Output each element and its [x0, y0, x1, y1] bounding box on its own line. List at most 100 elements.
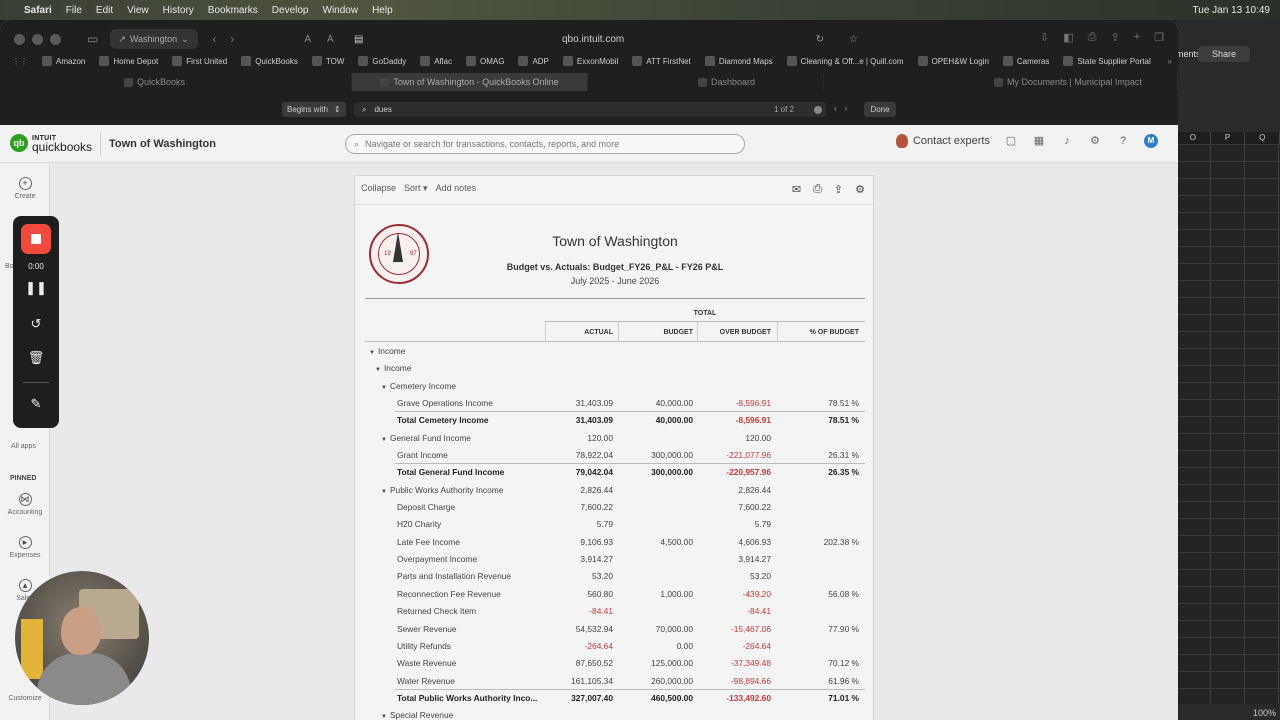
cell-actual[interactable]: 5.79 — [597, 519, 613, 529]
gear-icon[interactable]: ⚙ — [855, 183, 865, 196]
tasks-icon[interactable]: ▢ — [1004, 134, 1018, 148]
collapse-caret-icon[interactable]: ▼ — [375, 367, 381, 373]
table-row[interactable]: Returned Check Item -84.41 -84.41 — [365, 602, 865, 619]
nav-create[interactable]: + Create — [0, 177, 50, 200]
find-mode-select[interactable]: Begins with ⇕ — [282, 102, 346, 117]
menu-safari[interactable]: Safari — [24, 5, 52, 16]
cell-actual[interactable]: 3,914.27 — [580, 554, 613, 564]
bookmark-item[interactable]: Cleaning & Off...e | Quill.com — [786, 56, 904, 66]
cell-budget[interactable]: 460,500.00 — [651, 693, 693, 703]
cell-pct-budget[interactable]: 78.51 % — [828, 398, 859, 408]
col-header-over-budget[interactable]: OVER BUDGET — [720, 329, 771, 336]
export-icon[interactable]: ⇪ — [834, 183, 843, 196]
table-total-row[interactable]: Total Cemetery Income 31,403.09 40,000.00 -… — [365, 411, 865, 428]
menu-develop[interactable]: Develop — [272, 5, 309, 16]
browser-tab[interactable]: QuickBooks — [0, 73, 352, 91]
comments-button-partial[interactable]: ments — [1176, 46, 1201, 62]
table-total-row[interactable]: Total Public Works Authority Inco... 327,… — [365, 688, 865, 706]
cell-budget[interactable]: 70,000.00 — [656, 624, 693, 634]
nav-all-apps[interactable]: All apps — [11, 443, 36, 450]
cell-over-budget[interactable]: -264.64 — [743, 641, 771, 651]
cell-pct-budget[interactable]: 61.96 % — [828, 676, 859, 686]
table-section-row[interactable]: ▼ Income — [365, 342, 865, 359]
cell-over-budget[interactable]: -221,077.96 — [726, 450, 771, 460]
bookmark-star-icon[interactable]: ☆ — [849, 34, 858, 45]
cell-budget[interactable]: 4,500.00 — [660, 537, 693, 547]
cell-over-budget[interactable]: 3,914.27 — [738, 554, 771, 564]
table-section-row[interactable]: ▼ Cemetery Income — [365, 377, 865, 394]
bookmark-item[interactable]: OMAG — [465, 56, 504, 66]
cell-over-budget[interactable]: 53.20 — [750, 571, 771, 581]
back-icon[interactable]: ‹ — [212, 32, 216, 46]
table-section-row[interactable]: ▼ Public Works Authority Income 2,826.44 2,… — [365, 481, 865, 498]
cell-actual[interactable]: 9,106.93 — [580, 537, 613, 547]
cell-over-budget[interactable]: -8,596.91 — [736, 398, 771, 408]
cell-over-budget[interactable]: -84.41 — [747, 606, 771, 616]
cell-actual[interactable]: -264.64 — [585, 641, 613, 651]
find-input[interactable]: ⌕ dues 1 of 2 — [354, 102, 826, 117]
extension-icon[interactable]: ◧ — [1063, 31, 1073, 44]
menu-file[interactable]: File — [66, 5, 82, 16]
find-next-icon[interactable]: › — [845, 104, 848, 113]
bookmark-item[interactable]: ATT FirstNet — [632, 56, 691, 66]
collapse-caret-icon[interactable]: ▼ — [369, 350, 375, 356]
cell-actual[interactable]: 31,403.09 — [576, 415, 613, 425]
cell-pct-budget[interactable]: 26.35 % — [828, 467, 859, 477]
table-section-row[interactable]: ▼ Income — [365, 359, 865, 376]
bookmark-item[interactable]: Amazon — [42, 56, 85, 66]
cell-over-budget[interactable]: -98,894.66 — [731, 676, 771, 686]
table-row[interactable]: Water Revenue 161,105.34 260,000.00 -98,894… — [365, 672, 865, 689]
bell-icon[interactable]: ♪ — [1060, 134, 1074, 148]
cell-budget[interactable]: 40,000.00 — [656, 415, 693, 425]
close-window-button[interactable] — [14, 33, 25, 45]
cell-budget[interactable]: 260,000.00 — [651, 676, 693, 686]
cell-over-budget[interactable]: 120.00 — [745, 433, 771, 443]
print-icon[interactable]: ⎙ — [1088, 31, 1097, 44]
browser-tab[interactable]: Town of Washington - QuickBooks Online — [352, 73, 588, 91]
find-done-button[interactable]: Done — [864, 102, 896, 117]
apps-icon[interactable]: ▦ — [1032, 134, 1046, 148]
nav-expenses[interactable]: ▸ Expenses — [0, 536, 50, 559]
zoom-window-button[interactable] — [50, 33, 61, 45]
email-icon[interactable]: ✉ — [792, 183, 801, 196]
help-icon[interactable]: ? — [1116, 134, 1130, 148]
col-header-actual[interactable]: ACTUAL — [584, 329, 613, 336]
table-section-row[interactable]: ▼ General Fund Income 120.00 120.00 — [365, 429, 865, 446]
reload-icon[interactable]: ↻ — [816, 34, 824, 45]
browser-tab[interactable]: My Documents | Municipal Impact — [824, 73, 1178, 91]
cell-over-budget[interactable]: 5.79 — [755, 519, 771, 529]
new-tab-icon[interactable]: + — [1134, 31, 1140, 44]
cell-budget[interactable]: 300,000.00 — [651, 467, 693, 477]
sort-button[interactable]: Sort ▾ — [404, 183, 428, 194]
bookmark-item[interactable]: First United — [172, 56, 227, 66]
cell-over-budget[interactable]: -220,957.96 — [726, 467, 771, 477]
cell-budget[interactable]: 40,000.00 — [656, 398, 693, 408]
table-row[interactable]: Waste Revenue 87,650.52 125,000.00 -37,349.… — [365, 654, 865, 671]
cell-actual[interactable]: 53.20 — [592, 571, 613, 581]
table-total-row[interactable]: Total General Fund Income 79,042.04 300,00… — [365, 463, 865, 480]
cell-budget[interactable]: 300,000.00 — [651, 450, 693, 460]
draw-pen-icon[interactable]: ✎ — [13, 396, 59, 412]
bookmark-item[interactable]: ExxonMobil — [562, 56, 618, 66]
menu-window[interactable]: Window — [323, 5, 359, 16]
text-larger-icon[interactable]: A — [327, 34, 334, 45]
bookmark-item[interactable]: Home Depot — [99, 56, 158, 66]
bookmark-item[interactable]: Cameras — [1002, 56, 1049, 66]
forward-icon[interactable]: › — [230, 32, 234, 46]
reader-icon[interactable]: ▤ — [354, 34, 363, 45]
minimize-window-button[interactable] — [32, 33, 43, 45]
bookmark-item[interactable]: QuickBooks — [241, 56, 298, 66]
table-row[interactable]: Overpayment Income 3,914.27 3,914.27 — [365, 550, 865, 567]
bookmark-item[interactable]: State Supplier Portal — [1063, 56, 1151, 66]
table-row[interactable]: Grave Operations Income 31,403.09 40,000.0… — [365, 394, 865, 411]
cell-actual[interactable]: 120.00 — [587, 433, 613, 443]
cell-pct-budget[interactable]: 70.12 % — [828, 658, 859, 668]
table-row[interactable]: Utility Refunds -264.64 0.00 -264.64 — [365, 637, 865, 654]
menu-bookmarks[interactable]: Bookmarks — [208, 5, 258, 16]
cell-actual[interactable]: 161,105.34 — [571, 676, 613, 686]
menu-help[interactable]: Help — [372, 5, 393, 16]
cell-over-budget[interactable]: 7,600.22 — [738, 502, 771, 512]
menubar-clock[interactable]: Tue Jan 13 10:49 — [1193, 5, 1270, 16]
cell-budget[interactable]: 125,000.00 — [651, 658, 693, 668]
quickbooks-logo[interactable]: qb INTUIT quickbooks — [10, 134, 92, 153]
